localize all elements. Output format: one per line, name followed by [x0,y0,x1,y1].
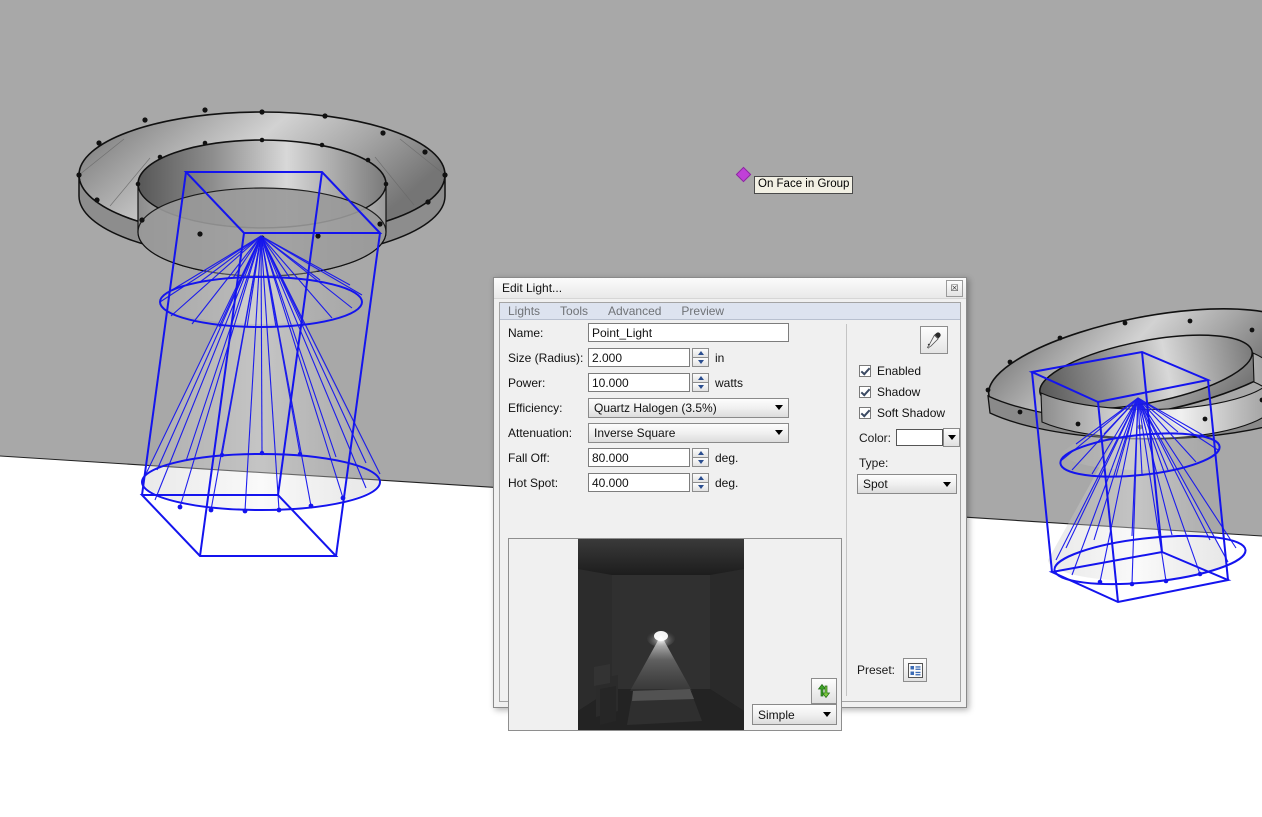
preset-button[interactable] [903,658,927,682]
hot-spot-input[interactable] [588,473,690,492]
name-input[interactable] [588,323,789,342]
efficiency-value: Quartz Halogen (3.5%) [594,400,717,415]
shadow-checkbox[interactable] [858,385,871,398]
color-label: Color: [858,430,891,445]
hot-spot-unit: deg. [715,475,739,490]
shadow-checkbox-row[interactable]: Shadow [847,381,960,402]
attenuation-select[interactable]: Inverse Square [588,422,789,443]
eyedropper-icon [926,332,941,349]
row-efficiency: Efficiency: Quartz Halogen (3.5%) [500,395,846,420]
attenuation-label: Attenuation: [508,425,573,440]
light-preview-image [578,539,744,730]
row-name: Name: [500,320,846,345]
shadow-label: Shadow [876,384,921,399]
light-type-value: Spot [862,477,888,491]
refresh-arrows-icon [817,683,831,699]
stepper-down-icon[interactable] [692,382,709,392]
preset-row: Preset: [857,658,927,682]
stepper-down-icon[interactable] [692,482,709,492]
row-attenuation: Attenuation: Inverse Square [500,420,846,445]
light-preview-frame[interactable]: Simple [508,538,842,731]
preview-quality-value: Simple [758,707,795,722]
dialog-body: Lights Tools Advanced Preview Name: Size… [499,302,961,731]
menu-item-tools[interactable]: Tools [558,304,598,318]
color-row: Color: [847,428,960,447]
name-label: Name: [508,325,544,340]
inference-tooltip: On Face in Group [754,176,854,194]
enabled-checkbox[interactable] [858,364,871,377]
eyedropper-button[interactable] [920,326,948,354]
light-options-panel: Enabled Shadow Soft Shadow Color: Type: … [847,320,960,700]
row-fall-off: Fall Off: deg. [500,445,846,470]
fall-off-input[interactable] [588,448,690,467]
chevron-down-icon [770,405,788,410]
stepper-up-icon[interactable] [692,448,709,457]
enabled-checkbox-row[interactable]: Enabled [847,360,960,381]
color-swatch[interactable] [896,429,943,446]
power-stepper[interactable] [692,373,709,392]
stepper-up-icon[interactable] [692,348,709,357]
power-unit: watts [715,375,744,390]
sketchup-viewport[interactable]: On Face in Group Edit Light... ☒ Lights … [0,0,1262,817]
dialog-titlebar[interactable]: Edit Light... ☒ [494,278,966,299]
soft-shadow-label: Soft Shadow [876,405,946,420]
light-properties-panel: Name: Size (Radius): in Power: [500,320,846,731]
size-radius-input[interactable] [588,348,690,367]
preview-quality-select[interactable]: Simple [752,704,837,725]
menu-item-preview[interactable]: Preview [679,304,734,318]
size-radius-stepper[interactable] [692,348,709,367]
stepper-down-icon[interactable] [692,357,709,367]
chevron-down-icon[interactable] [943,428,960,447]
row-power: Power: watts [500,370,846,395]
menu-item-advanced[interactable]: Advanced [606,304,671,318]
fall-off-stepper[interactable] [692,448,709,467]
menu-item-lights[interactable]: Lights [506,304,550,318]
close-icon[interactable]: ☒ [946,279,963,297]
hot-spot-stepper[interactable] [692,473,709,492]
power-label: Power: [508,375,546,390]
preset-list-icon [907,662,923,678]
chevron-down-icon [770,430,788,435]
edit-light-dialog[interactable]: Edit Light... ☒ Lights Tools Advanced Pr… [493,277,967,731]
stepper-up-icon[interactable] [692,473,709,482]
fall-off-unit: deg. [715,450,739,465]
fall-off-label: Fall Off: [508,450,550,465]
efficiency-label: Efficiency: [508,400,563,415]
row-hot-spot: Hot Spot: deg. [500,470,846,495]
type-label: Type: [858,456,889,470]
color-picker[interactable] [896,428,960,447]
hot-spot-label: Hot Spot: [508,475,559,490]
size-radius-label: Size (Radius): [508,350,584,365]
stepper-down-icon[interactable] [692,457,709,467]
dialog-title: Edit Light... [502,281,563,295]
row-size-radius: Size (Radius): in [500,345,846,370]
attenuation-value: Inverse Square [594,425,676,440]
refresh-preview-button[interactable] [811,678,837,704]
soft-shadow-checkbox-row[interactable]: Soft Shadow [847,402,960,423]
size-radius-unit: in [715,350,725,365]
dialog-menubar[interactable]: Lights Tools Advanced Preview [500,303,960,320]
soft-shadow-checkbox[interactable] [858,406,871,419]
light-type-select[interactable]: Spot [856,474,957,494]
preset-label: Preset: [856,663,895,677]
chevron-down-icon [938,481,956,487]
stepper-up-icon[interactable] [692,373,709,382]
enabled-label: Enabled [876,363,922,378]
efficiency-select[interactable]: Quartz Halogen (3.5%) [588,397,789,418]
chevron-down-icon [818,712,836,717]
power-input[interactable] [588,373,690,392]
